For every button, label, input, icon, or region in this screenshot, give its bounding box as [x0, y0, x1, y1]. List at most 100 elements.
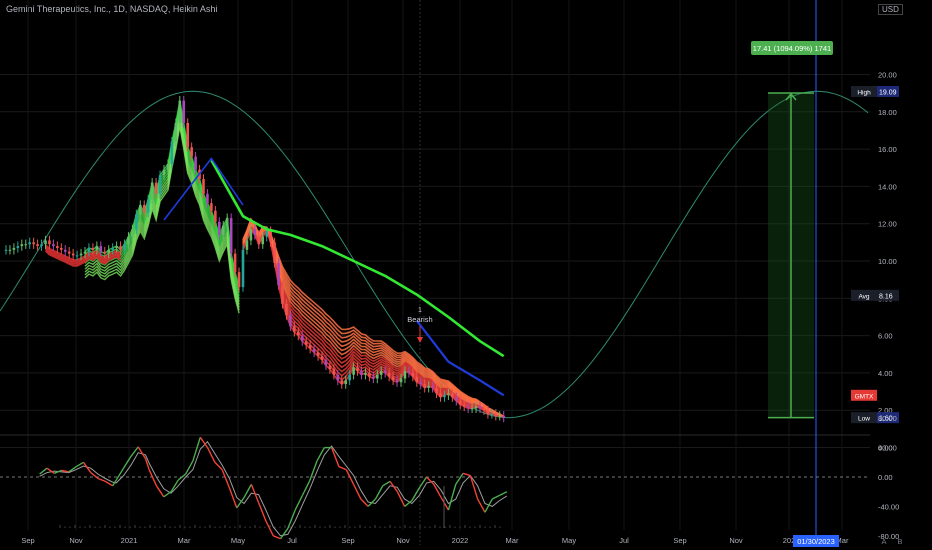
ribbon-line: [242, 217, 505, 418]
x-tick-label: 2021: [121, 536, 138, 545]
x-tick-label: Mar: [506, 536, 519, 545]
osc-main-segment: [426, 476, 435, 485]
price-tag: Avg 8.16: [851, 289, 899, 301]
ribbon-line: [242, 225, 505, 419]
candle-body: [12, 247, 16, 250]
candle-body: [265, 231, 268, 237]
osc-main-segment: [272, 535, 281, 540]
candle-body: [95, 246, 99, 250]
osc-tick-label: 80.00: [878, 414, 897, 423]
candle-body: [158, 175, 162, 194]
osc-main-segment: [144, 458, 150, 470]
candle-body: [332, 369, 336, 375]
candle-body: [269, 231, 272, 243]
candle-body: [178, 100, 182, 123]
candle-body: [427, 385, 430, 388]
candle-body: [237, 272, 241, 288]
candle-body: [360, 371, 363, 375]
candle-body: [273, 242, 276, 263]
candle-body: [48, 240, 51, 245]
price-tag-name: Avg: [858, 293, 869, 300]
candle-body: [395, 380, 399, 383]
price-tag-name: Low: [858, 416, 870, 423]
ribbon-line: [242, 224, 505, 419]
candle-body: [83, 251, 87, 254]
candle-body: [411, 372, 415, 377]
ribbon-line: [242, 223, 505, 418]
time-axis: Sep Nov 2021 Mar May Jul Sep Nov 2022 Mar May Jul Se…: [21, 535, 903, 547]
candle-body: [407, 371, 411, 373]
candle-body: [225, 218, 229, 226]
price-tag-value: 19.09: [879, 89, 897, 96]
candle-body: [281, 285, 284, 304]
candle-body: [162, 169, 166, 176]
ribbon-line: [242, 222, 505, 418]
candle-body: [233, 253, 237, 273]
candle-body: [142, 205, 146, 213]
candle-body: [293, 326, 296, 332]
candle-body: [443, 395, 446, 398]
ribbon-line: [242, 227, 505, 419]
candle-body: [60, 247, 63, 250]
ribbon-line: [242, 218, 505, 418]
ribbon-line: [242, 222, 505, 418]
x-tick-label: Nov: [729, 536, 743, 545]
candle-body: [498, 415, 502, 417]
price-axis: 20.0018.0016.0014.0012.0010.008.006.004.…: [878, 71, 897, 453]
candle-body: [344, 380, 347, 385]
candle-body: [289, 315, 292, 327]
price-tag-name: GMTX: [855, 393, 874, 400]
osc-main-segment: [243, 484, 252, 498]
osc-main-segment: [316, 447, 325, 462]
osc-main-segment: [206, 447, 216, 463]
y-tick-label: 14.00: [878, 182, 897, 191]
candle-body: [352, 367, 355, 375]
osc-main-segment: [440, 497, 450, 511]
candle-body: [229, 218, 233, 254]
candle-body: [221, 225, 225, 235]
candle-body: [127, 236, 130, 245]
x-tick-label: Jul: [287, 536, 297, 545]
x-tick-label: Nov: [69, 536, 83, 545]
osc-main-segment: [499, 491, 508, 497]
candle-body: [135, 214, 138, 230]
chart-canvas[interactable]: 1Bearish 17.41 (1094.09%) 1741 20.00 18.00 1…: [0, 0, 932, 550]
candle-body: [253, 229, 257, 235]
osc-main-segment: [257, 502, 267, 522]
candle-body: [455, 397, 458, 401]
candle-body: [32, 242, 35, 245]
candle-body: [257, 234, 261, 245]
osc-main-segment: [382, 480, 391, 487]
osc-main-segment: [418, 476, 428, 489]
candle-body: [300, 335, 304, 342]
candle-body: [320, 356, 324, 360]
candle-body: [297, 331, 300, 336]
osc-main-segment: [163, 491, 172, 498]
candle-body: [210, 203, 213, 211]
y-tick-label: 4.00: [878, 369, 893, 378]
osc-main-segment: [97, 477, 106, 483]
x-tick-label: May: [562, 536, 576, 545]
candle-body: [214, 210, 217, 222]
y-tick-label: 18.00: [878, 108, 897, 117]
scale-option-b[interactable]: B: [897, 537, 902, 546]
price-tag-name: High: [857, 89, 871, 96]
y-tick-label: 20.00: [878, 71, 897, 80]
x-tick-label: May: [231, 536, 245, 545]
candle-body: [308, 344, 312, 349]
candle-body: [16, 246, 20, 248]
candle-body: [399, 378, 403, 383]
candle-body: [28, 242, 31, 245]
price-tag: GMTX: [851, 389, 877, 401]
osc-main-segment: [309, 460, 318, 481]
candle-body: [115, 246, 118, 248]
candle-body: [261, 236, 265, 245]
scale-option-a[interactable]: A: [881, 537, 886, 546]
candle-body: [131, 229, 134, 237]
candle-body: [111, 247, 114, 250]
candle-body: [277, 262, 280, 286]
x-tick-label: Jul: [619, 536, 629, 545]
osc-main-segment: [301, 480, 311, 496]
osc-main-segment: [228, 487, 238, 509]
candle-body: [139, 205, 142, 215]
